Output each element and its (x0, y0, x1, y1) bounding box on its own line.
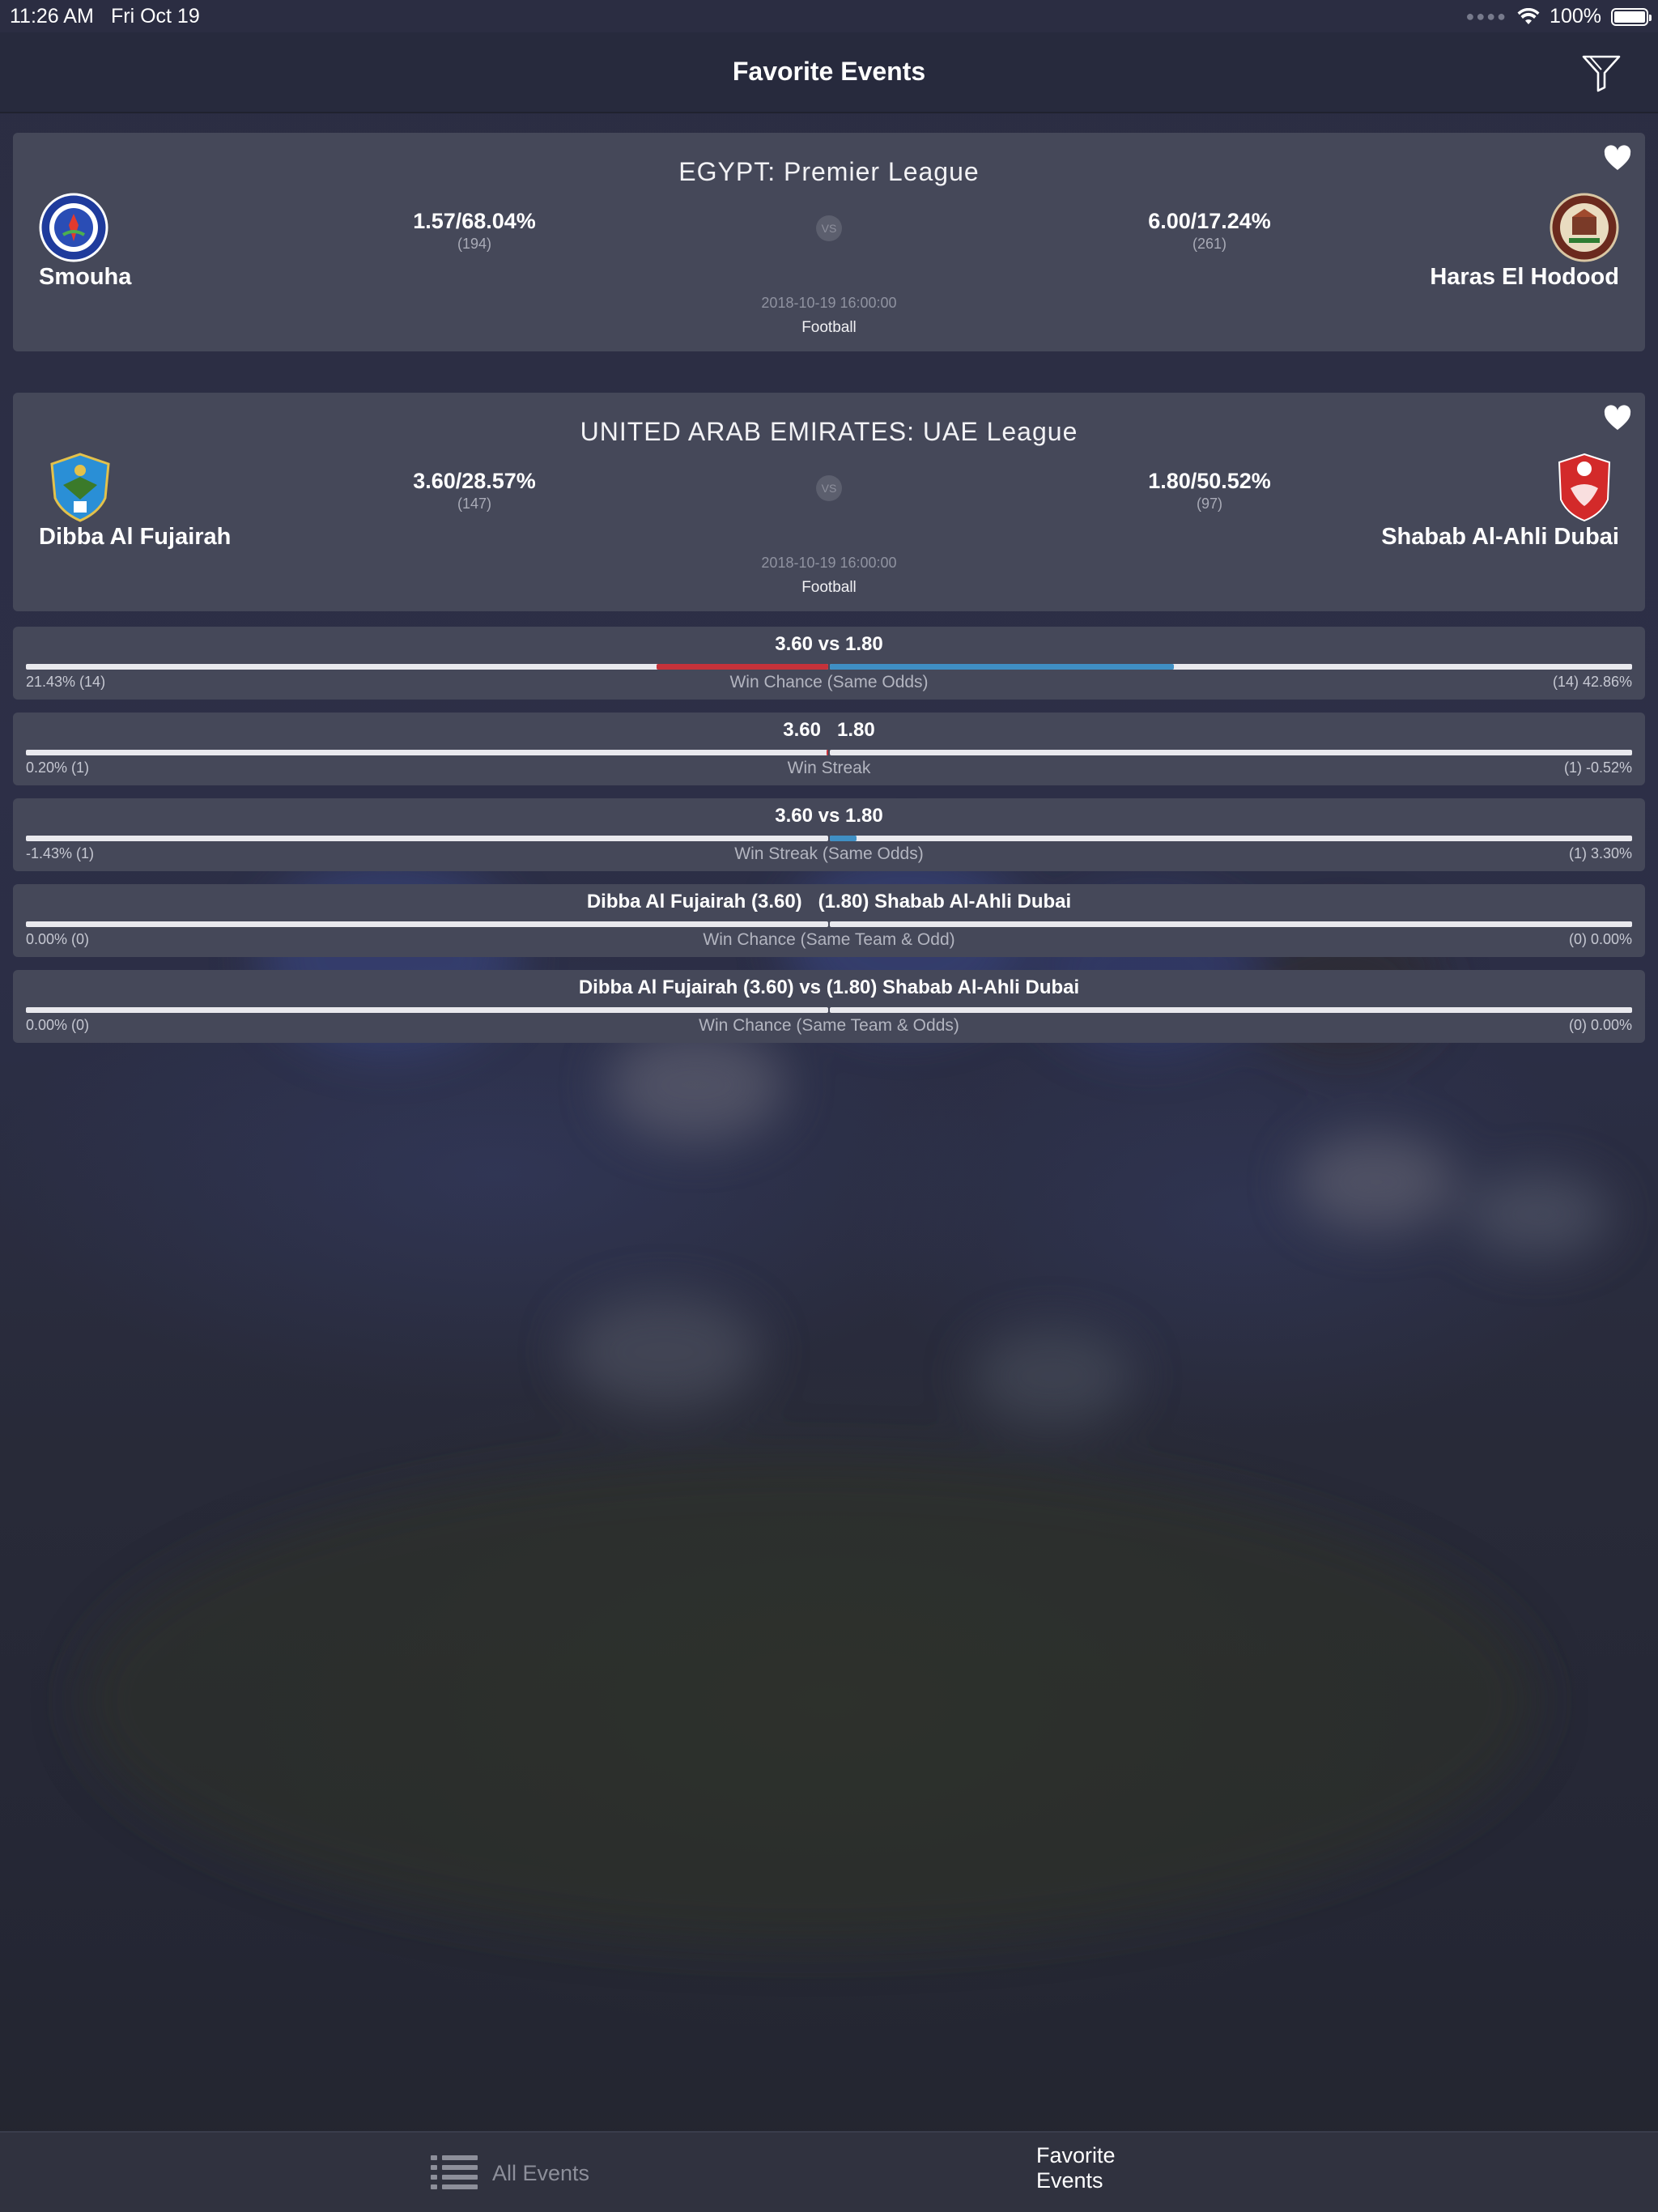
stat-label: Win Chance (Same Team & Odds) (699, 1016, 959, 1035)
home-odds-value: 3.60/28.57% (413, 469, 536, 493)
stat-bar-right (830, 921, 1632, 927)
stat-title: Dibba Al Fujairah (3.60) vs (1.80) Shaba… (578, 976, 1080, 998)
stat-bar-left (26, 836, 828, 841)
stat-title: 3.60 vs 1.80 (775, 633, 883, 655)
haras-el-hodood-logo (1550, 193, 1619, 262)
event-sport: Football (801, 319, 857, 336)
stat-bar-left (26, 1007, 828, 1013)
favorite-heart-icon[interactable] (1603, 404, 1632, 433)
stat-row: 3.60 vs 1.80 -1.43% (1) Win Streak (Same… (13, 798, 1645, 871)
tab-label: All Events (492, 2160, 590, 2185)
vs-badge: VS (816, 215, 842, 241)
stat-row: Dibba Al Fujairah (3.60) vs (1.80) Shaba… (13, 970, 1645, 1043)
signal-dots-icon: ●●●● (1465, 8, 1508, 24)
stat-label: Win Streak (Same Odds) (734, 844, 924, 863)
stat-fill-left (827, 750, 828, 755)
status-bar: 11:26 AM Fri Oct 19 ●●●● 100% (0, 0, 1658, 32)
home-odds-count: (147) (457, 496, 492, 512)
status-right: ●●●● 100% (1465, 5, 1652, 28)
stat-fill-left (656, 664, 828, 670)
stat-title: 3.60 1.80 (783, 719, 875, 741)
event-card[interactable]: UNITED ARAB EMIRATES: UAE League Dibba A… (13, 393, 1645, 611)
stat-row: 3.60 1.80 0.20% (1) Win Streak (1) -0.52… (13, 713, 1645, 785)
stat-right-value: (14) 42.86% (1552, 674, 1632, 690)
tab-favorite-events[interactable]: Favorite Events (1022, 2143, 1116, 2193)
stat-right-value: (1) 3.30% (1568, 845, 1632, 861)
status-date: Fri Oct 19 (111, 5, 200, 28)
stat-row: Dibba Al Fujairah (3.60) (1.80) Shabab A… (13, 884, 1645, 957)
home-odds-value: 1.57/68.04% (413, 209, 536, 233)
home-odds: 1.57/68.04% (194) (353, 209, 596, 253)
stat-bar-right (830, 836, 1632, 841)
stat-bar-right (830, 750, 1632, 755)
event-card[interactable]: EGYPT: Premier League Smouha 1.57/68.04%… (13, 133, 1645, 351)
event-datetime: 2018-10-19 16:00:00 (761, 295, 897, 311)
stat-title: 3.60 vs 1.80 (775, 805, 883, 827)
battery-percent: 100% (1550, 5, 1601, 28)
tab-all-events[interactable]: All Events (431, 2154, 589, 2193)
status-time: 11:26 AM (10, 5, 94, 28)
home-team-name: Smouha (39, 264, 132, 290)
stat-bar-left (26, 921, 828, 927)
navigation-bar: Favorite Events (0, 32, 1658, 113)
stat-bar-left (26, 750, 828, 755)
tab-bar: All Events Favorite Events (0, 2131, 1658, 2212)
home-team-name: Dibba Al Fujairah (39, 524, 232, 550)
stat-right-value: (0) 0.00% (1568, 1017, 1632, 1033)
stat-fill-right (830, 836, 857, 841)
stat-label: Win Chance (Same Odds) (729, 673, 929, 691)
filter-icon[interactable] (1580, 52, 1622, 94)
away-odds: 6.00/17.24% (261) (1088, 209, 1331, 253)
event-sport: Football (801, 579, 857, 596)
smouha-logo (39, 193, 108, 262)
shabab-al-ahli-dubai-logo (1558, 453, 1611, 522)
wifi-icon (1517, 7, 1540, 24)
dibba-al-fujairah-logo (50, 453, 110, 522)
favorite-heart-icon[interactable] (1603, 144, 1632, 173)
stat-row: 3.60 vs 1.80 21.43% (14) Win Chance (Sam… (13, 627, 1645, 700)
stat-bar-right (830, 1007, 1632, 1013)
event-datetime: 2018-10-19 16:00:00 (761, 555, 897, 571)
home-odds-count: (194) (457, 236, 492, 252)
away-team-name: Haras El Hodood (1430, 264, 1619, 290)
stat-label: Win Streak (787, 759, 871, 777)
stat-fill-right (830, 664, 1175, 670)
stat-label: Win Chance (Same Team & Odd) (703, 930, 955, 949)
stat-right-value: (1) -0.52% (1563, 759, 1632, 776)
away-odds: 1.80/50.52% (97) (1088, 469, 1331, 513)
away-odds-count: (261) (1192, 236, 1227, 252)
battery-icon (1611, 7, 1652, 26)
page-title: Favorite Events (732, 57, 926, 86)
stat-title: Dibba Al Fujairah (3.60) (1.80) Shabab A… (586, 891, 1072, 912)
stat-bar-left (26, 664, 828, 670)
home-odds: 3.60/28.57% (147) (353, 469, 596, 513)
list-icon (431, 2155, 478, 2189)
away-odds-value: 6.00/17.24% (1148, 209, 1271, 233)
league-title: EGYPT: Premier League (678, 157, 980, 186)
away-odds-count: (97) (1196, 496, 1222, 512)
tab-label: Favorite Events (1036, 2143, 1116, 2193)
vs-badge: VS (816, 475, 842, 501)
away-team-name: Shabab Al-Ahli Dubai (1381, 524, 1619, 550)
stat-bar-right (830, 664, 1632, 670)
away-odds-value: 1.80/50.52% (1148, 469, 1271, 493)
league-title: UNITED ARAB EMIRATES: UAE League (580, 417, 1078, 446)
stat-right-value: (0) 0.00% (1568, 931, 1632, 947)
